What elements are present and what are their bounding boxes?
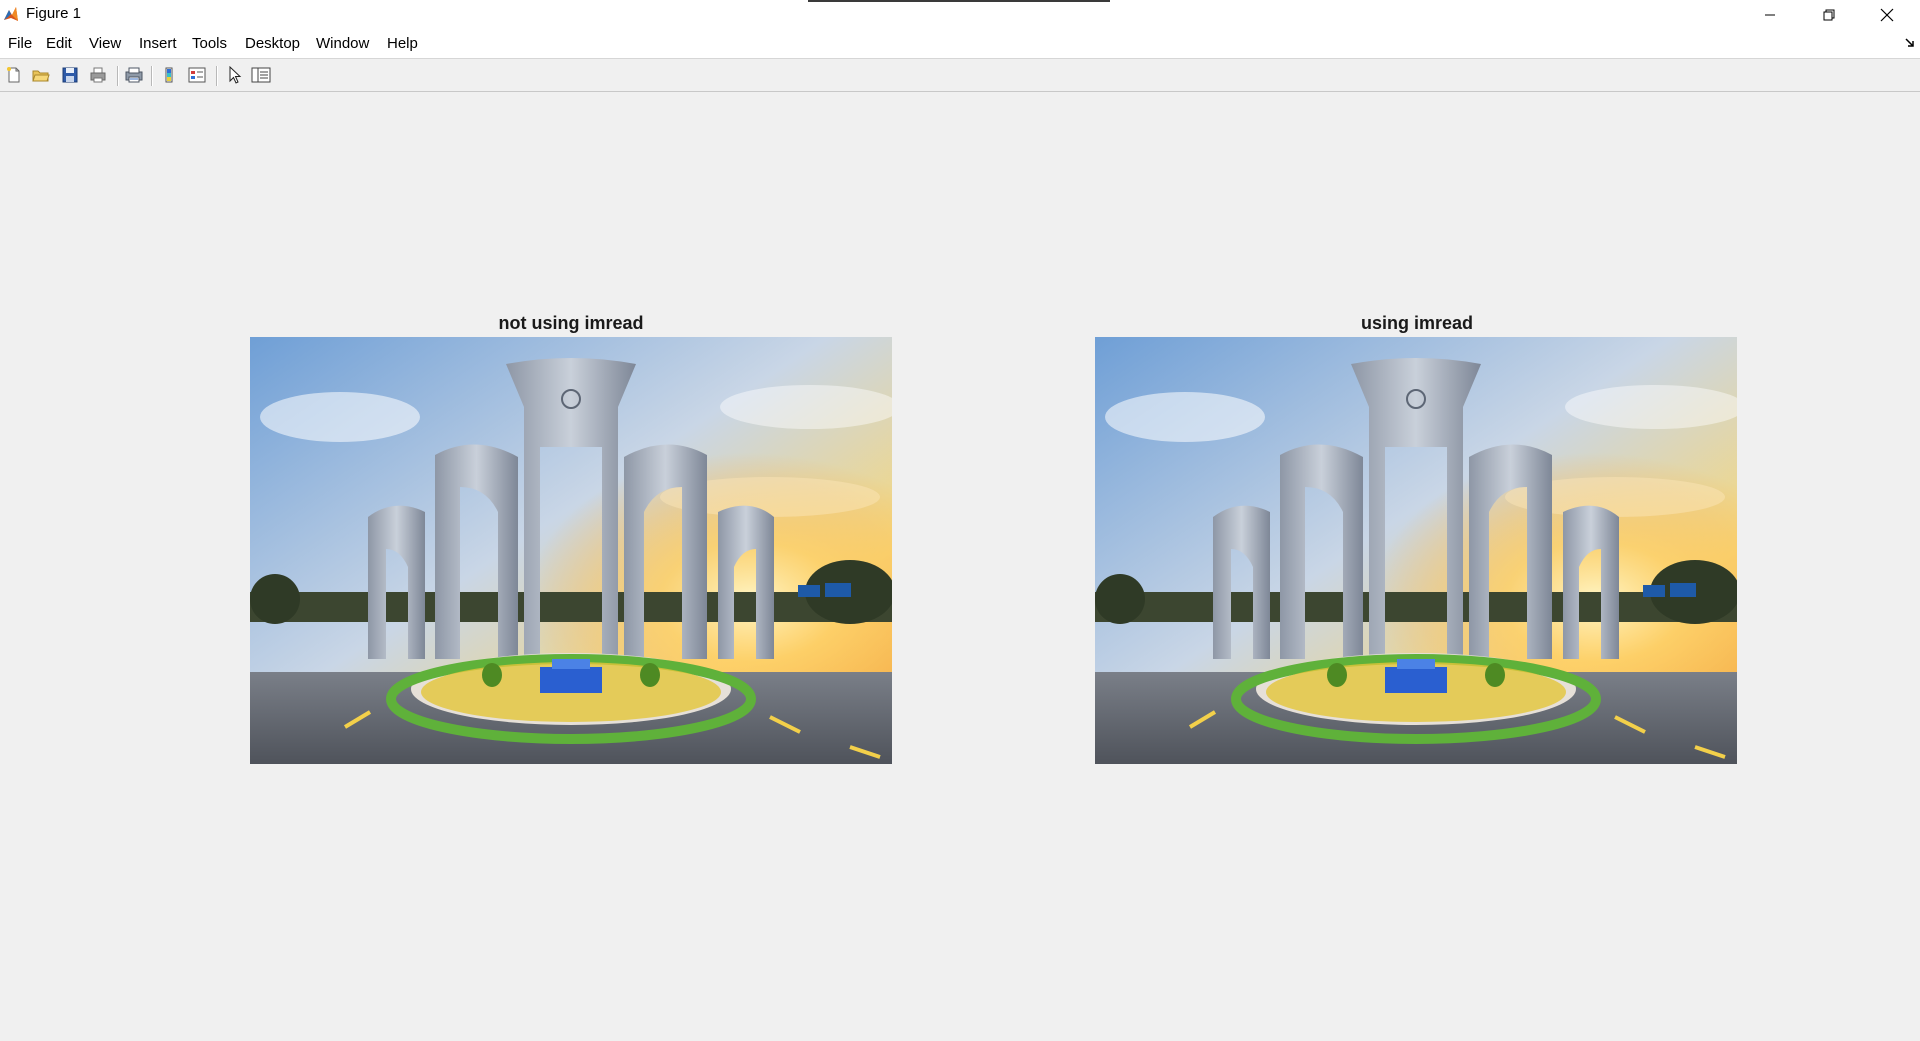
figure-toolbar (0, 58, 1920, 92)
menu-window[interactable]: Window (316, 35, 369, 53)
snap-indicator (808, 0, 1110, 2)
print-icon (90, 67, 106, 83)
monument-photo-left (250, 337, 892, 764)
menu-bar: File Edit View Insert Tools Desktop Wind… (0, 30, 1920, 58)
menu-desktop[interactable]: Desktop (245, 35, 300, 53)
menu-tools[interactable]: Tools (192, 35, 227, 53)
minimize-button[interactable] (1741, 0, 1799, 30)
toolbar-separator (151, 66, 153, 86)
open-folder-icon (32, 70, 50, 82)
save-figure-button[interactable] (59, 64, 81, 86)
toolbar-separator (216, 66, 218, 86)
monument-photo-right (1095, 337, 1737, 764)
menu-file[interactable]: File (8, 35, 32, 53)
colorbar-icon (165, 67, 173, 83)
dock-arrow-icon[interactable] (1905, 38, 1915, 48)
edit-plot-button[interactable] (224, 64, 246, 86)
restore-button[interactable] (1800, 0, 1858, 30)
toolbar-separator (117, 66, 119, 86)
open-file-button[interactable] (30, 64, 52, 86)
save-icon (62, 67, 78, 83)
new-figure-button[interactable] (3, 64, 25, 86)
title-bar[interactable]: Figure 1 (0, 0, 1920, 30)
insert-colorbar-button[interactable] (158, 64, 180, 86)
menu-view[interactable]: View (89, 35, 121, 53)
print-preview-icon (125, 67, 143, 83)
window-title: Figure 1 (26, 5, 82, 22)
plot-tools-icon (251, 67, 271, 83)
minimize-icon (1765, 14, 1775, 16)
show-plot-tools-button[interactable] (250, 64, 272, 86)
pointer-arrow-icon (229, 66, 242, 84)
axes-title-right: using imread (1360, 313, 1474, 333)
new-file-icon (7, 67, 20, 83)
menu-insert[interactable]: Insert (139, 35, 177, 53)
axes-title-left: not using imread (498, 313, 644, 333)
print-preview-button[interactable] (123, 64, 145, 86)
legend-icon (188, 67, 206, 83)
matlab-logo-icon (4, 7, 18, 21)
image-panel-right[interactable] (1095, 337, 1737, 764)
figure-window: Figure 1 File Edit View Insert Tools Des… (0, 0, 1920, 1041)
menu-help[interactable]: Help (387, 35, 418, 53)
image-panel-left[interactable] (250, 337, 892, 764)
restore-icon (1823, 9, 1835, 21)
close-button[interactable] (1858, 0, 1916, 30)
menu-edit[interactable]: Edit (46, 35, 72, 53)
print-figure-button[interactable] (87, 64, 109, 86)
insert-legend-button[interactable] (186, 64, 208, 86)
close-icon (1880, 8, 1894, 22)
